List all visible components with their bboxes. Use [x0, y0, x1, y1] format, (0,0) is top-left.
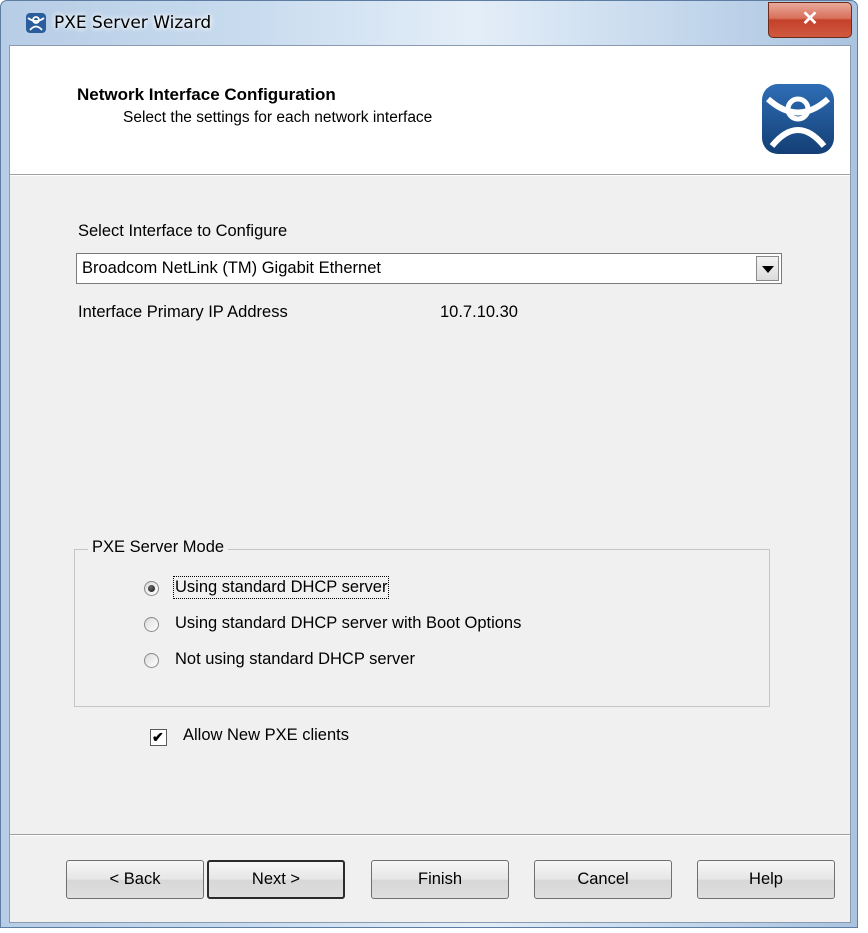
finish-button[interactable]: Finish — [371, 860, 509, 899]
header-divider — [10, 175, 850, 176]
allow-new-pxe-clients-label[interactable]: Allow New PXE clients — [183, 726, 349, 745]
pxe-mode-legend: PXE Server Mode — [88, 538, 229, 557]
wizard-window: PXE Server Wizard ✕ Network Interface Co… — [0, 0, 858, 928]
ip-address-value: 10.7.10.30 — [440, 303, 518, 321]
back-button[interactable]: < Back — [66, 860, 204, 899]
window-title: PXE Server Wizard — [54, 13, 212, 33]
interface-select-dropdown-button[interactable] — [756, 256, 779, 281]
close-icon: ✕ — [801, 8, 819, 30]
wizard-header: Network Interface Configuration Select t… — [10, 46, 850, 175]
title-bar[interactable]: PXE Server Wizard ✕ — [1, 1, 857, 45]
interface-select[interactable]: Broadcom NetLink (TM) Gigabit Ethernet — [76, 253, 782, 284]
radio-label[interactable]: Using standard DHCP server — [172, 576, 390, 599]
allow-new-pxe-clients-checkbox[interactable]: ✔ — [150, 729, 167, 746]
ip-address-label: Interface Primary IP Address — [78, 303, 288, 321]
chevron-down-icon — [762, 266, 774, 273]
help-button[interactable]: Help — [697, 860, 835, 899]
wizard-client-area: Network Interface Configuration Select t… — [9, 45, 851, 923]
checkmark-icon: ✔ — [152, 729, 164, 745]
radio-label[interactable]: Not using standard DHCP server — [175, 650, 415, 669]
interface-select-value: Broadcom NetLink (TM) Gigabit Ethernet — [82, 259, 381, 277]
close-button[interactable]: ✕ — [768, 2, 852, 38]
radio-button[interactable] — [144, 581, 159, 596]
page-title: Network Interface Configuration — [77, 85, 336, 104]
page-subtitle: Select the settings for each network int… — [123, 109, 433, 126]
cancel-button[interactable]: Cancel — [534, 860, 672, 899]
next-button[interactable]: Next > — [207, 860, 345, 899]
select-interface-label: Select Interface to Configure — [78, 222, 288, 240]
radio-label[interactable]: Using standard DHCP server with Boot Opt… — [175, 614, 521, 633]
app-icon — [26, 13, 46, 33]
thinmanager-logo-icon — [762, 84, 834, 154]
radio-button[interactable] — [144, 617, 159, 632]
radio-button[interactable] — [144, 653, 159, 668]
